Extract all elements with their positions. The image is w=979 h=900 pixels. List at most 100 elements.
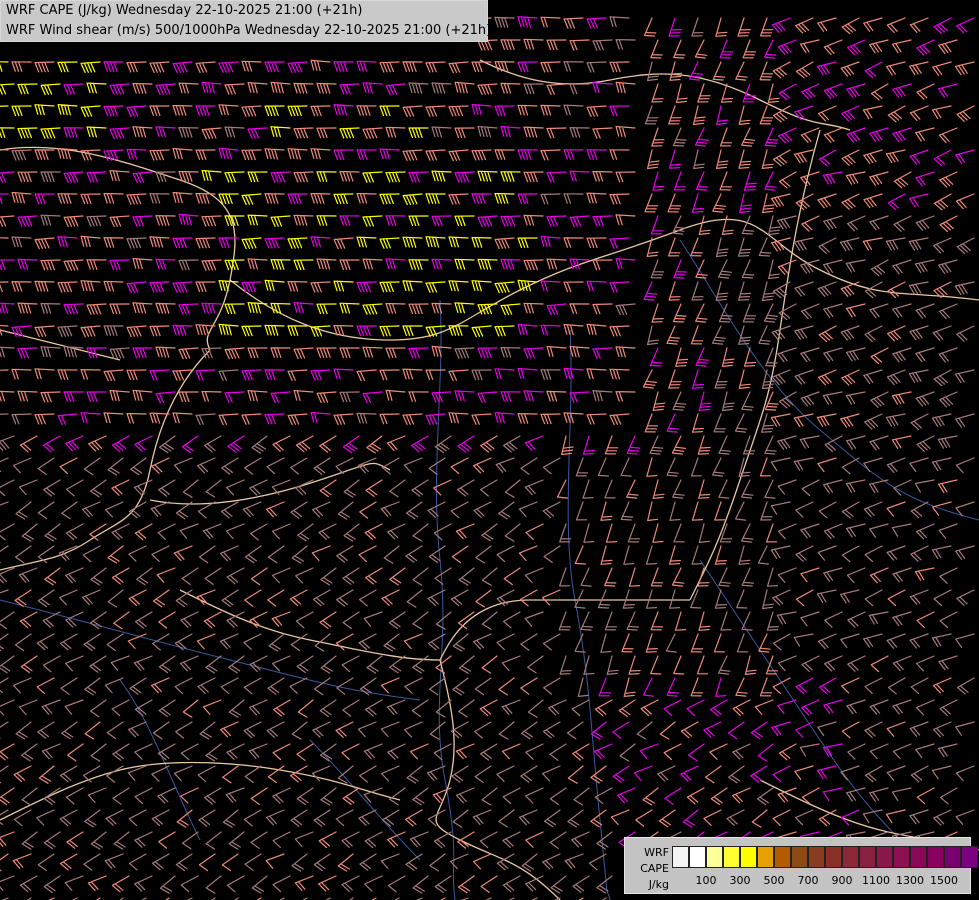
wind-barb <box>357 721 377 738</box>
wind-barb <box>938 347 958 363</box>
wind-barb <box>800 347 820 363</box>
wind-barb <box>891 435 912 449</box>
wind-barb <box>612 721 630 739</box>
wind-barb <box>759 61 773 81</box>
wind-barb <box>174 677 193 694</box>
wind-barb <box>0 699 15 716</box>
wind-barb <box>272 831 291 849</box>
wind-barb <box>128 721 147 738</box>
wind-barb <box>17 127 38 139</box>
wind-barb <box>520 677 538 695</box>
wind-barb <box>17 302 38 314</box>
wind-barb <box>291 721 308 740</box>
wind-barb <box>389 787 406 806</box>
wind-barb <box>647 325 659 346</box>
wind-barb <box>955 457 975 474</box>
wind-barb <box>546 39 567 51</box>
wind-barb <box>628 655 641 675</box>
wind-barb <box>0 435 15 451</box>
wind-barb <box>657 765 676 782</box>
wind-barb <box>105 501 124 518</box>
wind-barb <box>956 589 975 606</box>
wind-barb <box>80 105 101 118</box>
wind-barb <box>83 457 101 476</box>
wind-barb <box>563 281 584 293</box>
legend-swatch <box>893 846 910 868</box>
wind-barb <box>914 567 935 581</box>
wind-barb <box>37 589 55 608</box>
wind-barb <box>869 523 889 538</box>
wind-barb <box>863 17 883 32</box>
wind-barb <box>715 677 727 697</box>
wind-barb <box>297 523 314 542</box>
wind-barb <box>869 215 889 231</box>
legend-tick-label: 100 <box>695 874 717 887</box>
wind-barb <box>11 191 32 204</box>
wind-barb <box>182 479 199 498</box>
wind-barb <box>455 787 475 804</box>
wind-barb <box>649 435 664 455</box>
wind-barb <box>86 303 107 315</box>
wind-barb <box>777 567 797 583</box>
wind-barb <box>816 589 837 603</box>
wind-barb <box>477 303 498 315</box>
wind-barb <box>609 16 630 28</box>
wind-barb <box>458 875 475 894</box>
wind-barb <box>65 435 84 452</box>
wind-barb <box>408 171 429 183</box>
wind-barb <box>243 721 262 738</box>
wind-barb <box>916 83 935 100</box>
wind-barb <box>264 148 285 160</box>
wind-barb <box>43 831 61 850</box>
wind-barb <box>847 743 866 760</box>
wind-barb <box>203 611 222 629</box>
wind-barb <box>663 699 682 717</box>
wind-barb <box>817 633 837 650</box>
legend-swatch <box>859 846 876 868</box>
wind-barb <box>501 743 521 760</box>
wind-barb <box>40 259 61 271</box>
wind-barb <box>473 457 492 474</box>
wind-barb <box>937 479 958 494</box>
wind-barb <box>761 281 775 302</box>
wind-barb <box>425 281 446 293</box>
wind-barb <box>385 215 406 226</box>
wind-barb <box>893 479 912 496</box>
wind-barb <box>712 193 727 213</box>
wind-barb <box>268 633 285 652</box>
wind-barb <box>57 369 78 380</box>
wind-barb <box>270 391 291 404</box>
wind-barb <box>287 369 308 381</box>
wind-barb <box>201 259 222 271</box>
wind-barb <box>846 699 866 715</box>
wind-barb <box>362 258 383 270</box>
wind-barb <box>310 411 331 423</box>
wind-barb <box>586 105 607 118</box>
wind-barb <box>762 193 775 214</box>
wind-barb <box>635 809 653 827</box>
wind-barb <box>712 61 726 81</box>
wind-barb <box>569 170 590 182</box>
wind-barb <box>155 391 176 404</box>
wind-barb <box>910 765 929 783</box>
wind-barb <box>18 567 38 583</box>
wind-barb <box>863 149 883 164</box>
wind-barb <box>609 193 630 205</box>
wind-barb <box>777 523 797 540</box>
wind-barb <box>910 501 929 519</box>
wind-barb <box>129 677 147 695</box>
wind-barb <box>180 787 199 804</box>
wind-barb <box>313 853 331 872</box>
wind-barb <box>892 567 912 583</box>
wind-barb <box>272 875 291 893</box>
wind-barb <box>66 831 84 849</box>
wind-barb <box>63 391 84 402</box>
wind-barb <box>933 237 952 254</box>
wind-barb <box>103 149 124 161</box>
wind-barb <box>63 83 84 95</box>
wind-barb <box>64 567 84 584</box>
wind-barb <box>687 743 705 762</box>
wind-barb <box>431 258 452 270</box>
wind-barb <box>494 149 515 160</box>
wind-barb <box>17 347 38 359</box>
